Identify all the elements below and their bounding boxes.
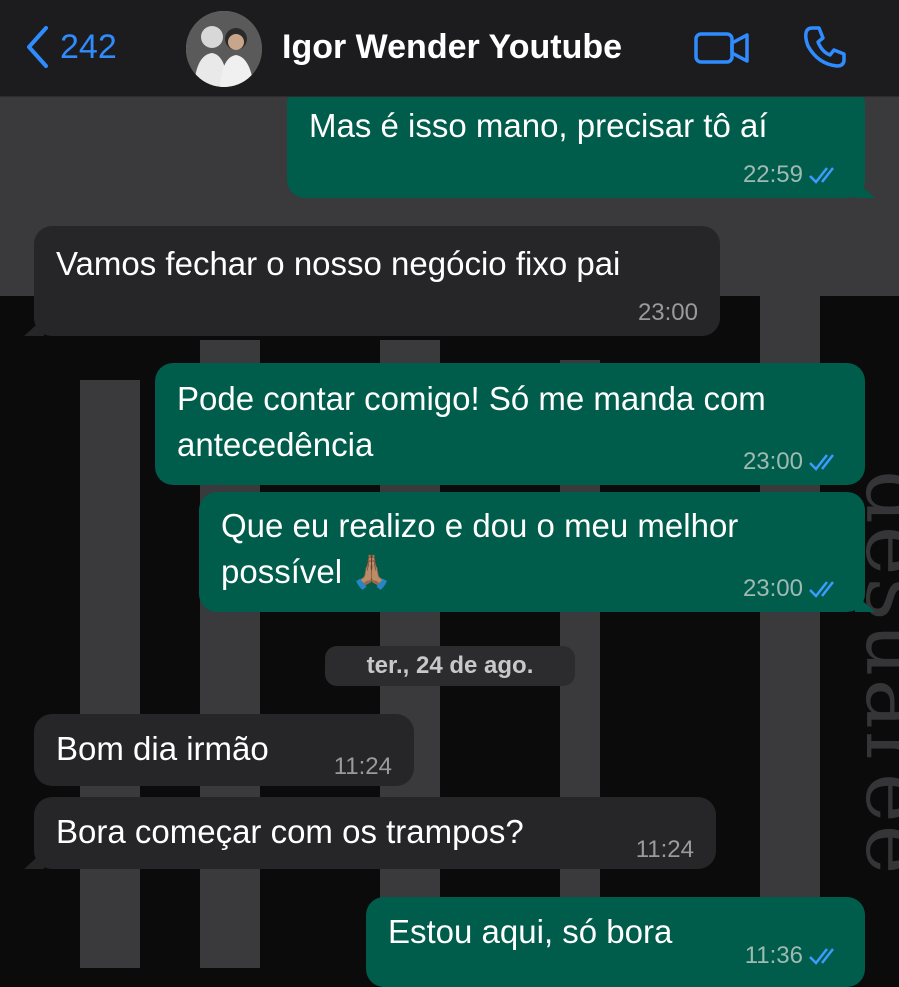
phone-icon[interactable] [802, 24, 848, 70]
message-meta: 23:00 [638, 298, 698, 328]
message-time: 23:00 [742, 448, 803, 475]
message-text: Mas é isso mano, precisar tô aí [309, 107, 768, 144]
message-text-line-2: antecedência [177, 426, 374, 463]
message-text-line-1: Pode contar comigo! Só me manda com [177, 380, 766, 417]
message-meta: 23:00 [743, 574, 843, 604]
back-button[interactable]: 242 [24, 24, 117, 70]
message-meta: 11:36 [745, 941, 843, 971]
message-meta: 11:24 [636, 835, 694, 865]
message-bubble-incoming[interactable]: Bom dia irmão 11:24 [34, 714, 414, 786]
read-ticks-icon [809, 167, 834, 184]
message-meta: 23:00 [743, 447, 843, 477]
date-separator: ter., 24 de ago. [325, 646, 575, 686]
message-time: 23:00 [742, 575, 803, 602]
message-text-line-2: possível 🙏🏽 [221, 553, 393, 590]
message-meta: 22:59 [743, 160, 843, 190]
message-text: Bom dia irmão [56, 730, 269, 767]
message-bubble-outgoing[interactable]: Mas é isso mano, precisar tô aí 22:59 [287, 86, 875, 198]
message-bubble-incoming[interactable]: Bora começar com os trampos? 11:24 [24, 797, 716, 869]
message-time: 23:00 [637, 299, 698, 326]
message-time: 11:36 [744, 942, 803, 969]
message-bubble-outgoing[interactable]: Estou aqui, só bora 11:36 [366, 897, 865, 987]
message-bubble-incoming[interactable]: Vamos fechar o nosso negócio fixo pai 23… [24, 226, 720, 336]
read-ticks-icon [809, 581, 834, 598]
message-bubble-outgoing[interactable]: Pode contar comigo! Só me manda com ante… [155, 363, 865, 485]
unread-count: 242 [60, 27, 117, 66]
chevron-left-icon [27, 26, 48, 68]
video-camera-icon[interactable] [693, 29, 751, 67]
contact-avatar[interactable] [186, 11, 262, 87]
message-bubble-outgoing[interactable]: Que eu realizo e dou o meu melhor possív… [199, 492, 875, 612]
message-text: Vamos fechar o nosso negócio fixo pai [56, 245, 621, 282]
message-text: Estou aqui, só bora [388, 913, 673, 950]
read-ticks-icon [809, 948, 834, 965]
message-time: 22:59 [742, 161, 803, 188]
message-time: 11:24 [333, 753, 392, 780]
message-text: Bora começar com os trampos? [56, 813, 524, 850]
contact-name[interactable]: Igor Wender Youtube [282, 28, 622, 67]
message-text-line-1: Que eu realizo e dou o meu melhor [221, 507, 739, 544]
read-ticks-icon [809, 454, 834, 471]
chat-header: 242 Igor Wender Youtube [0, 0, 899, 97]
message-meta: 11:24 [334, 752, 392, 782]
message-time: 11:24 [635, 836, 694, 863]
